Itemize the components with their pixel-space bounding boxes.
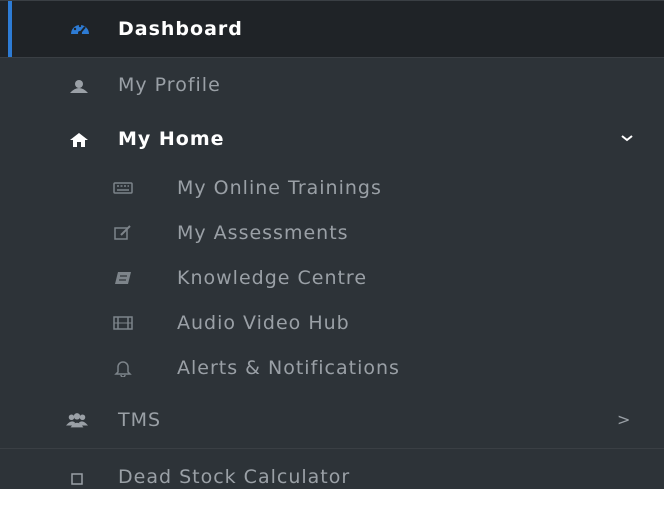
sidebar-item-dead-stock-calculator[interactable]: Dead Stock Calculator (0, 448, 664, 508)
sidebar-item-label: TMS (118, 409, 162, 431)
keyboard-icon (113, 178, 133, 198)
submenu-item-label: My Online Trainings (177, 177, 382, 199)
book-icon (113, 268, 133, 288)
submenu-item-alerts-notifications[interactable]: Alerts & Notifications (0, 347, 664, 392)
submenu-item-online-trainings[interactable]: My Online Trainings (0, 167, 664, 212)
submenu-item-knowledge-centre[interactable]: Knowledge Centre (0, 257, 664, 302)
sidebar-item-my-home[interactable]: My Home (0, 113, 664, 167)
edit-icon (113, 223, 133, 243)
chevron-down-icon[interactable] (619, 129, 635, 145)
chevron-right-icon[interactable]: > (617, 410, 631, 429)
bell-icon (113, 358, 133, 378)
my-home-submenu: My Online Trainings My Assessments Knowl… (0, 167, 664, 392)
sidebar-item-label: Dead Stock Calculator (118, 466, 351, 488)
users-group-icon (66, 409, 88, 431)
sidebar-item-label: My Profile (118, 74, 221, 96)
film-icon (113, 313, 133, 333)
submenu-item-label: Knowledge Centre (177, 267, 368, 289)
submenu-item-assessments[interactable]: My Assessments (0, 212, 664, 257)
user-icon (68, 75, 90, 97)
submenu-item-audio-video-hub[interactable]: Audio Video Hub (0, 302, 664, 347)
home-icon (68, 129, 90, 151)
dashboard-gauge-icon (69, 18, 91, 40)
submenu-item-label: Alerts & Notifications (177, 357, 400, 379)
square-outline-icon (66, 468, 88, 490)
active-indicator (8, 1, 12, 58)
sidebar: Dashboard My Profile My Home My Online T… (0, 0, 664, 489)
sidebar-item-label: Dashboard (118, 18, 243, 40)
sidebar-item-tms[interactable]: TMS > (0, 392, 664, 448)
sidebar-item-label: My Home (118, 128, 225, 150)
sidebar-item-my-profile[interactable]: My Profile (0, 57, 664, 113)
submenu-item-label: Audio Video Hub (177, 312, 350, 334)
sidebar-item-dashboard[interactable]: Dashboard (0, 0, 664, 58)
submenu-item-label: My Assessments (177, 222, 349, 244)
